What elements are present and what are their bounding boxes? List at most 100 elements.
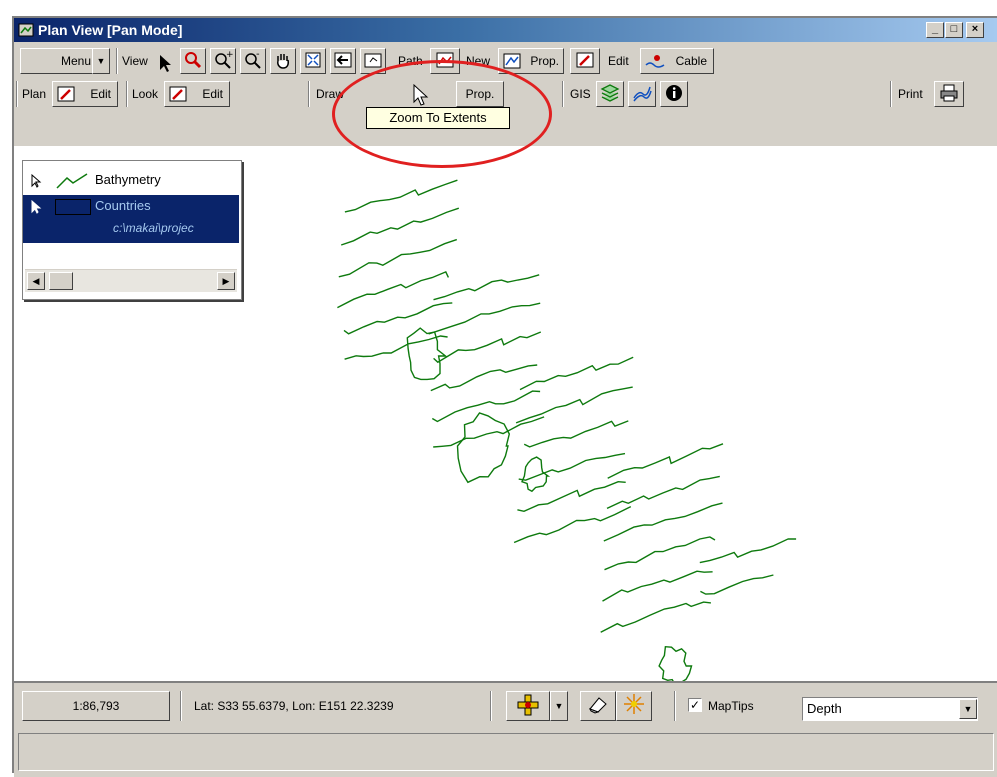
- zoom-extents-icon: [305, 52, 321, 68]
- contour-line: [344, 179, 458, 213]
- contour-closed-line: [521, 456, 551, 493]
- edit-pencil-icon: [576, 52, 594, 68]
- map-canvas[interactable]: Bathymetry Countries c:\makai\projec ◀ ▶: [14, 146, 997, 681]
- contour-line: [337, 270, 450, 309]
- contour-line: [338, 238, 458, 278]
- coordinates-readout: Lat: S33 55.6379, Lon: E151 22.3239: [194, 699, 394, 713]
- svg-text:+: +: [226, 50, 234, 60]
- toolbar-row-1: Menu ▼ View + - Path New Prop. Edit Cabl…: [14, 48, 997, 80]
- contour-line: [606, 475, 720, 510]
- locate-button[interactable]: [506, 691, 550, 721]
- flash-button[interactable]: [616, 691, 652, 721]
- mouse-cursor-icon: [413, 84, 429, 106]
- locate-dropdown-arrow-icon[interactable]: ▼: [550, 691, 568, 721]
- minimize-button[interactable]: _: [926, 22, 944, 38]
- contour-line: [603, 502, 723, 542]
- eraser-icon: [588, 697, 607, 714]
- gis-layers-button[interactable]: [596, 81, 624, 107]
- bathymetry-contour-lines: [337, 179, 797, 681]
- new-path-icon: [436, 52, 454, 68]
- look-edit-label: Edit: [202, 87, 223, 101]
- contour-line: [700, 574, 774, 595]
- contour-line: [699, 538, 797, 564]
- gis-label: GIS: [570, 87, 591, 101]
- contour-line: [340, 207, 460, 246]
- contour-line: [430, 364, 538, 392]
- plan-label: Plan: [22, 87, 47, 101]
- look-edit-button[interactable]: Edit: [164, 81, 230, 107]
- contour-line: [607, 443, 724, 479]
- depth-select-value: Depth: [807, 701, 842, 716]
- separator: [126, 81, 128, 107]
- menu-label: Menu: [61, 54, 92, 68]
- edit-label[interactable]: Edit: [608, 48, 629, 74]
- contour-line: [523, 420, 629, 448]
- contour-line: [344, 335, 448, 360]
- zoom-out-button[interactable]: -: [240, 48, 266, 74]
- plan-view-icon: [18, 23, 34, 37]
- scale-display[interactable]: 1:86,793: [22, 691, 170, 721]
- zoom-out-icon: -: [245, 49, 261, 69]
- contour-line: [431, 390, 541, 423]
- contour-line: [604, 536, 716, 571]
- draw-prop-label: Prop.: [465, 87, 495, 101]
- separator: [562, 81, 564, 107]
- separator: [890, 81, 892, 107]
- contour-line: [515, 386, 633, 424]
- plan-edit-button[interactable]: Edit: [52, 81, 118, 107]
- draw-label: Draw: [316, 87, 345, 101]
- separator: [116, 48, 118, 74]
- contour-closed-line: [658, 645, 693, 681]
- separator: [308, 81, 310, 107]
- pan-hand-icon: [277, 54, 289, 69]
- previous-extent-button[interactable]: [330, 48, 356, 74]
- print-button[interactable]: [934, 81, 964, 107]
- message-bar: [18, 733, 994, 771]
- look-label: Look: [132, 87, 159, 101]
- depth-select[interactable]: Depth ▼: [802, 697, 978, 721]
- maptips-label: MapTips: [708, 699, 754, 713]
- svg-text:-: -: [256, 49, 260, 60]
- crosshair-marker-icon: [517, 694, 539, 716]
- layers-icon: [600, 84, 620, 102]
- separator: [180, 691, 182, 721]
- printer-icon: [940, 84, 958, 102]
- zoom-in-button[interactable]: +: [210, 48, 236, 74]
- title-bar[interactable]: Plan View [Pan Mode] _ □ ×: [14, 18, 997, 42]
- path-prop-button[interactable]: Prop.: [498, 48, 564, 74]
- contour-line: [433, 331, 542, 364]
- draw-prop-button[interactable]: Prop.: [456, 81, 504, 107]
- close-button[interactable]: ×: [966, 22, 984, 38]
- plan-view-window: Plan View [Pan Mode] _ □ × Menu ▼ View +…: [12, 16, 997, 777]
- plan-edit-label: Edit: [90, 87, 111, 101]
- pan-hand-button[interactable]: [270, 48, 296, 74]
- bathymetry-contours: [337, 179, 797, 681]
- zoom-to-extents-button[interactable]: [300, 48, 326, 74]
- info-button[interactable]: [660, 81, 688, 107]
- flash-sparkle-icon: [624, 694, 644, 714]
- zoom-box-icon: [185, 52, 202, 69]
- path-new-icon-button[interactable]: [430, 48, 460, 74]
- contour-line: [433, 416, 545, 448]
- new-label[interactable]: New: [466, 48, 490, 74]
- refresh-view-button[interactable]: [360, 48, 386, 74]
- contour-line: [433, 274, 540, 301]
- depth-dropdown-arrow-icon[interactable]: ▼: [959, 699, 977, 719]
- menu-dropdown-arrow-icon[interactable]: ▼: [92, 48, 110, 74]
- maptips-checkbox[interactable]: ✓: [688, 698, 702, 712]
- maximize-button[interactable]: □: [945, 22, 963, 38]
- path-edit-icon-button[interactable]: [570, 48, 600, 74]
- print-label: Print: [898, 87, 923, 101]
- contour-line: [602, 570, 713, 602]
- zoom-extents-tooltip: Zoom To Extents: [366, 107, 510, 129]
- gis-contours-button[interactable]: [628, 81, 656, 107]
- status-bar: 1:86,793 Lat: S33 55.6379, Lon: E151 22.…: [14, 681, 997, 777]
- cable-icon: [645, 55, 665, 68]
- cable-button[interactable]: Cable: [640, 48, 714, 74]
- select-arrow-icon[interactable]: [154, 52, 176, 74]
- path-label: Path: [398, 54, 423, 68]
- zoom-box-button[interactable]: [180, 48, 206, 74]
- zoom-in-icon: +: [215, 50, 234, 69]
- cable-label: Cable: [675, 54, 707, 68]
- erase-button[interactable]: [580, 691, 616, 721]
